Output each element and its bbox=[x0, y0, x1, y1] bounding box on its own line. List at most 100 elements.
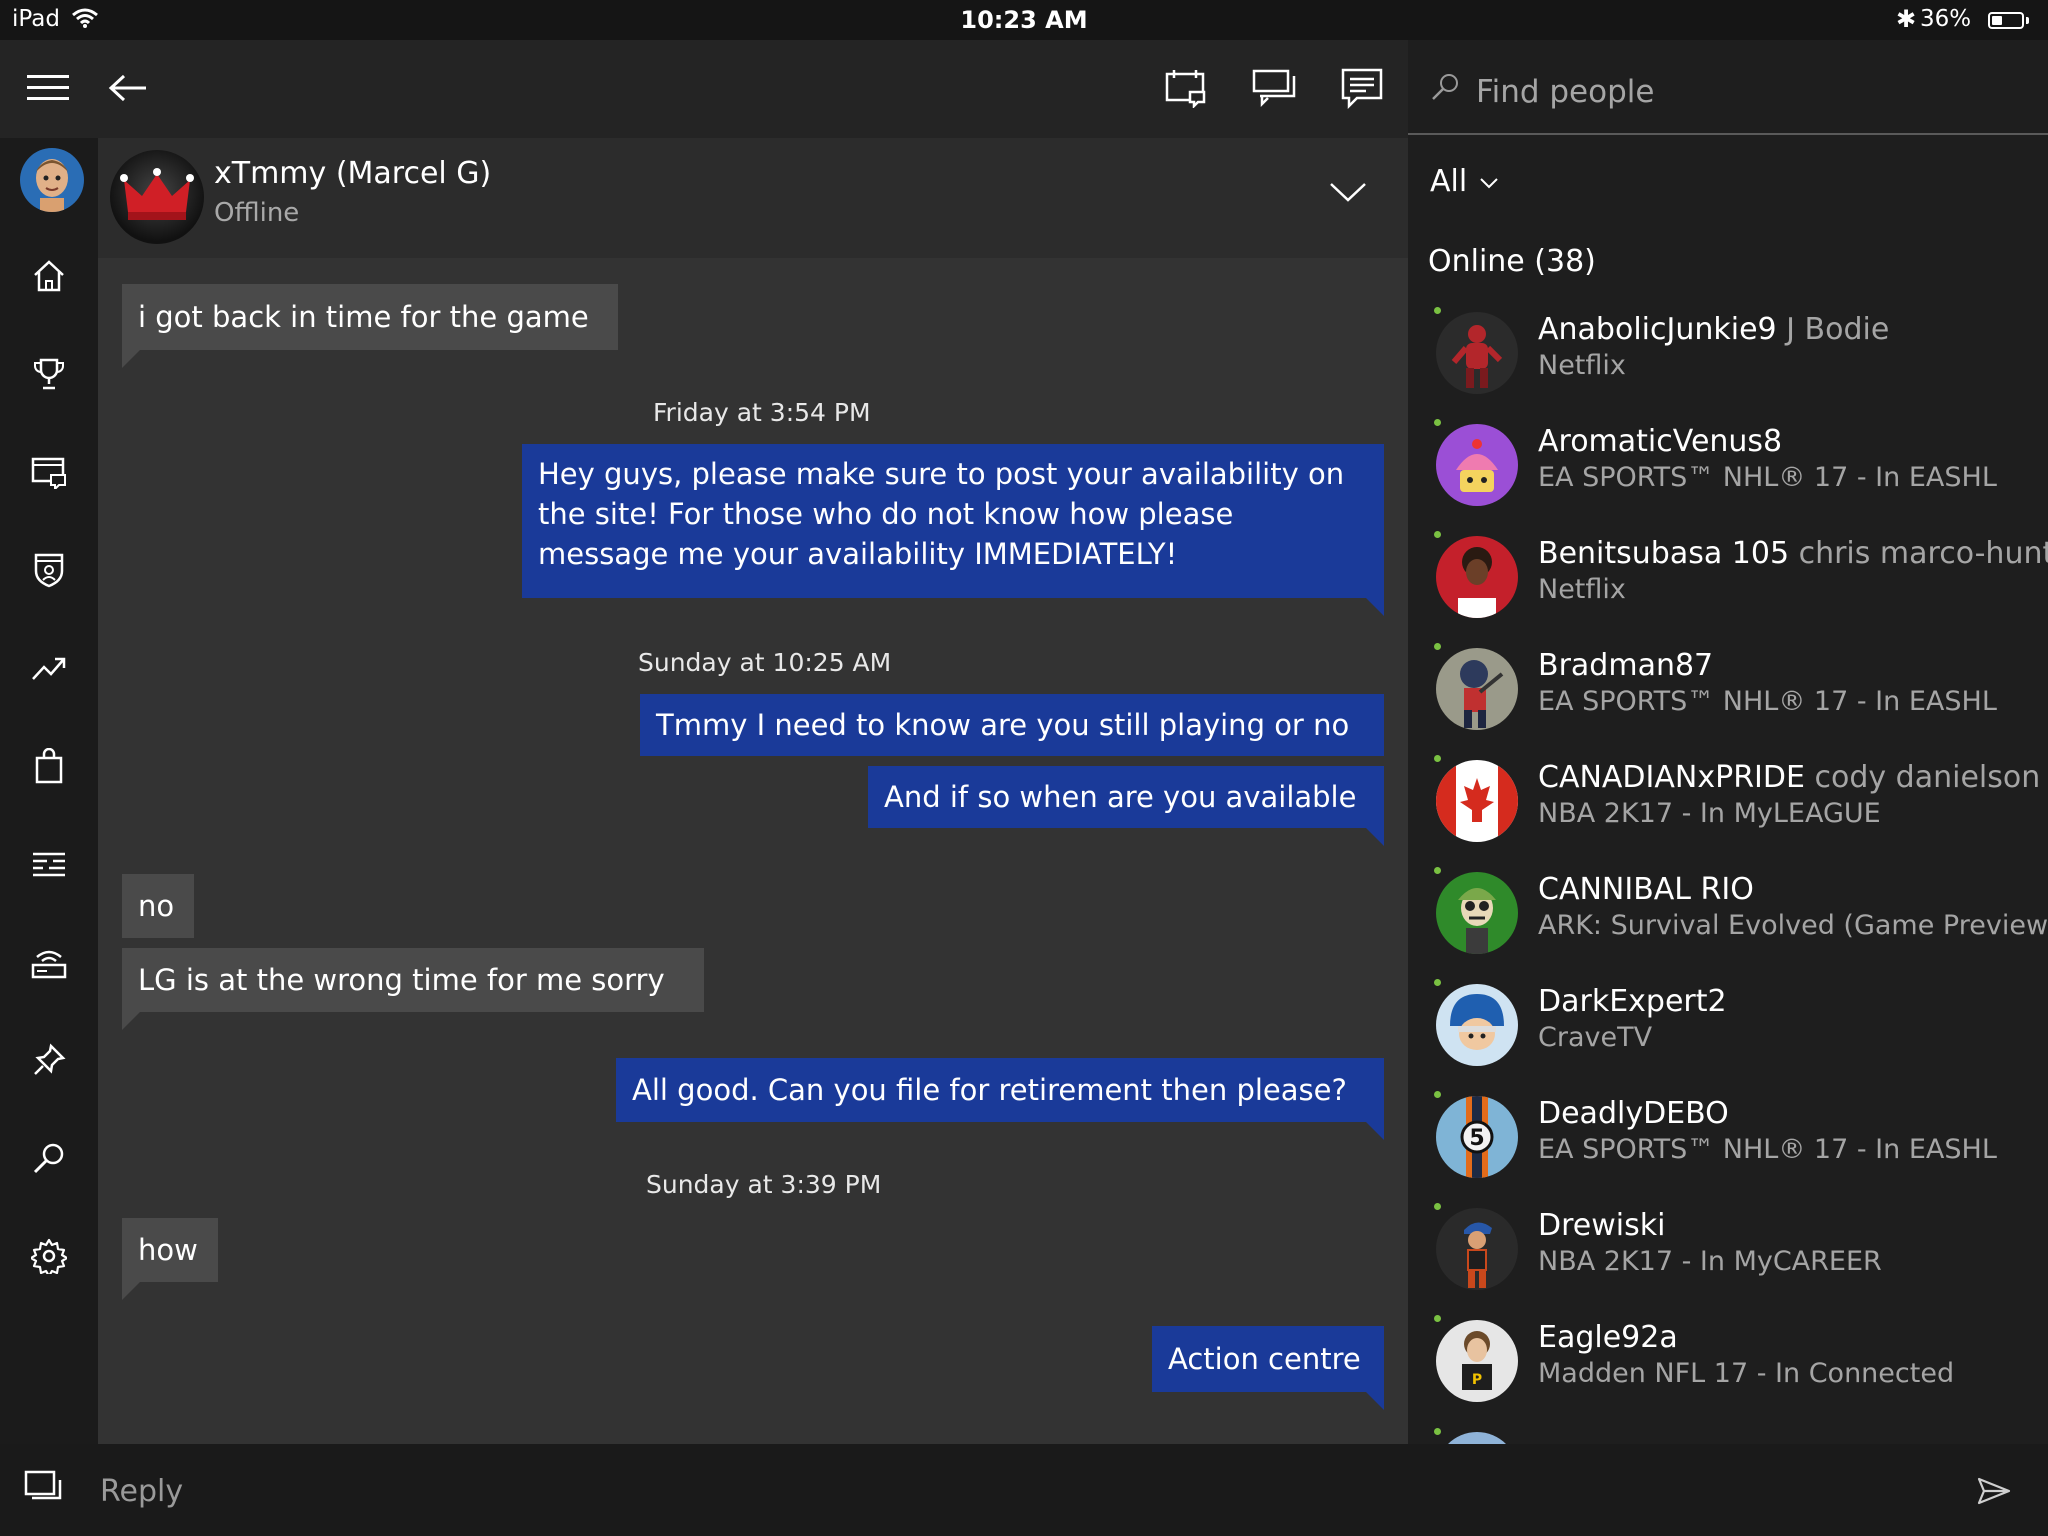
messages-icon[interactable] bbox=[1340, 66, 1384, 110]
message-bubble-outgoing: Tmmy I need to know are you still playin… bbox=[640, 694, 1384, 756]
activity-feed-icon[interactable] bbox=[27, 842, 71, 886]
message-bubble-outgoing: Action centre bbox=[1152, 1326, 1384, 1410]
friend-activity: CraveTV bbox=[1538, 1022, 1653, 1053]
friend-row[interactable]: Benitsubasa 105 chris marco-hunt Netflix bbox=[1408, 524, 2048, 636]
friend-avatar bbox=[1436, 760, 1518, 842]
friend-row[interactable]: 5 DeadlyDEBO EA SPORTS™ NHL® 17 - In EAS… bbox=[1408, 1084, 2048, 1196]
message-bubble-incoming: no bbox=[122, 874, 194, 938]
online-indicator bbox=[1434, 979, 1441, 986]
chevron-down-icon bbox=[1480, 177, 1498, 188]
friend-real-name: chris marco-hunt bbox=[1798, 536, 2048, 571]
search-underline bbox=[1408, 133, 2048, 135]
online-indicator bbox=[1434, 1203, 1441, 1210]
friend-gamertag: CANNIBAL RIO bbox=[1538, 872, 1754, 907]
friend-row[interactable]: DarkExpert2 CraveTV bbox=[1408, 972, 2048, 1084]
online-indicator bbox=[1434, 867, 1441, 874]
search-icon bbox=[1428, 70, 1464, 106]
hamburger-menu-icon[interactable] bbox=[26, 66, 70, 110]
settings-gear-icon[interactable] bbox=[27, 1234, 71, 1278]
friend-avatar: 5 bbox=[1436, 1096, 1518, 1178]
friend-row[interactable]: CANNIBAL RIO ARK: Survival Evolved (Game… bbox=[1408, 860, 2048, 972]
friend-activity: Netflix bbox=[1538, 350, 1626, 381]
friend-gamertag: Bradman87 bbox=[1538, 648, 1714, 683]
find-people-input[interactable] bbox=[1474, 68, 2018, 116]
friend-activity: EA SPORTS™ NHL® 17 - In EASHL bbox=[1538, 686, 1997, 717]
friend-gamertag: AnabolicJunkie9 J Bodie bbox=[1538, 312, 1890, 347]
status-bar: iPad 10:23 AM ✱ 36% bbox=[0, 0, 2048, 40]
conversation-title: xTmmy (Marcel G) bbox=[214, 156, 492, 191]
trending-icon[interactable] bbox=[27, 646, 71, 690]
friend-row[interactable]: P Eagle92a Madden NFL 17 - In Connected bbox=[1408, 1308, 2048, 1420]
friend-activity: Madden NFL 17 - In Connected bbox=[1538, 1358, 1955, 1389]
friend-activity: EA SPORTS™ NHL® 17 - In EASHL bbox=[1538, 462, 1997, 493]
online-indicator bbox=[1434, 643, 1441, 650]
battery-tip bbox=[2026, 17, 2029, 24]
conversation-status: Offline bbox=[214, 198, 300, 228]
friend-gamertag: Eagle92a bbox=[1538, 1320, 1678, 1355]
friend-real-name: J Bodie bbox=[1786, 312, 1890, 347]
bluetooth-icon: ✱ bbox=[1896, 5, 1917, 33]
filter-dropdown[interactable]: All bbox=[1430, 164, 1499, 199]
conversations-icon[interactable] bbox=[1252, 66, 1296, 110]
game-dvr-icon[interactable] bbox=[27, 450, 71, 494]
reply-input[interactable] bbox=[98, 1466, 1902, 1516]
filter-label: All bbox=[1430, 164, 1468, 199]
conversations-toggle-icon[interactable] bbox=[24, 1468, 68, 1508]
message-bubble-incoming: how bbox=[122, 1218, 218, 1300]
friend-avatar bbox=[1436, 424, 1518, 506]
friend-gamertag: CANADIANxPRIDE cody danielson bbox=[1538, 760, 2041, 795]
message-timestamp: Sunday at 10:25 AM bbox=[638, 648, 892, 677]
clubs-icon[interactable] bbox=[27, 548, 71, 592]
party-icon[interactable] bbox=[1164, 66, 1208, 110]
console-connection-icon[interactable] bbox=[27, 940, 71, 984]
friend-gamertag: Benitsubasa 105 chris marco-hunt bbox=[1538, 536, 2048, 571]
search-icon[interactable] bbox=[27, 1136, 71, 1180]
online-indicator bbox=[1434, 307, 1441, 314]
online-indicator bbox=[1434, 755, 1441, 762]
clock: 10:23 AM bbox=[960, 6, 1088, 34]
friend-avatar: P bbox=[1436, 1320, 1518, 1402]
message-bubble-outgoing: All good. Can you file for retirement th… bbox=[616, 1058, 1384, 1140]
friend-avatar bbox=[1436, 984, 1518, 1066]
friend-avatar bbox=[1436, 648, 1518, 730]
send-icon[interactable] bbox=[1976, 1476, 2020, 1508]
friend-gamertag: DeadlyDEBO bbox=[1538, 1096, 1729, 1131]
online-indicator bbox=[1434, 1428, 1441, 1435]
friend-real-name: cody danielson bbox=[1814, 760, 2041, 795]
friend-avatar bbox=[1436, 1432, 1518, 1444]
contact-avatar[interactable] bbox=[110, 150, 204, 244]
friend-avatar bbox=[1436, 1208, 1518, 1290]
chevron-down-icon[interactable] bbox=[1326, 174, 1370, 210]
svg-text:P: P bbox=[1472, 1372, 1482, 1388]
online-indicator bbox=[1434, 1091, 1441, 1098]
message-bubble-outgoing: Hey guys, please make sure to post your … bbox=[522, 444, 1384, 616]
friend-row[interactable]: Bradman87 EA SPORTS™ NHL® 17 - In EASHL bbox=[1408, 636, 2048, 748]
message-bubble-outgoing: And if so when are you available bbox=[868, 766, 1384, 846]
battery-icon bbox=[1988, 12, 2024, 29]
message-bubble-incoming: LG is at the wrong time for me sorry bbox=[122, 948, 704, 1030]
online-indicator bbox=[1434, 419, 1441, 426]
message-bubble-incoming: i got back in time for the game bbox=[122, 284, 618, 368]
online-indicator bbox=[1434, 531, 1441, 538]
friend-activity: NBA 2K17 - In MyLEAGUE bbox=[1538, 798, 1881, 829]
trophy-icon[interactable] bbox=[27, 352, 71, 396]
online-section-header: Online (38) bbox=[1428, 244, 1596, 279]
friend-row[interactable]: AnabolicJunkie9 J Bodie Netflix bbox=[1408, 300, 2048, 412]
store-bag-icon[interactable] bbox=[27, 744, 71, 788]
friend-gamertag: AromaticVenus8 bbox=[1538, 424, 1783, 459]
friend-activity: Netflix bbox=[1538, 574, 1626, 605]
message-thread: i got back in time for the game Friday a… bbox=[98, 258, 1408, 1444]
friend-avatar bbox=[1436, 536, 1518, 618]
friend-row-partial bbox=[1408, 1420, 2048, 1444]
friend-row[interactable]: Drewiski NBA 2K17 - In MyCAREER bbox=[1408, 1196, 2048, 1308]
friend-row[interactable]: AromaticVenus8 EA SPORTS™ NHL® 17 - In E… bbox=[1408, 412, 2048, 524]
profile-avatar[interactable] bbox=[20, 148, 84, 212]
friend-activity: EA SPORTS™ NHL® 17 - In EASHL bbox=[1538, 1134, 1997, 1165]
friend-gamertag: DarkExpert2 bbox=[1538, 984, 1727, 1019]
friend-row[interactable]: CANADIANxPRIDE cody danielson NBA 2K17 -… bbox=[1408, 748, 2048, 860]
message-timestamp: Sunday at 3:39 PM bbox=[646, 1170, 882, 1199]
back-arrow-icon[interactable] bbox=[106, 66, 150, 110]
friend-avatar bbox=[1436, 312, 1518, 394]
pins-icon[interactable] bbox=[27, 1038, 71, 1082]
home-icon[interactable] bbox=[27, 254, 71, 298]
